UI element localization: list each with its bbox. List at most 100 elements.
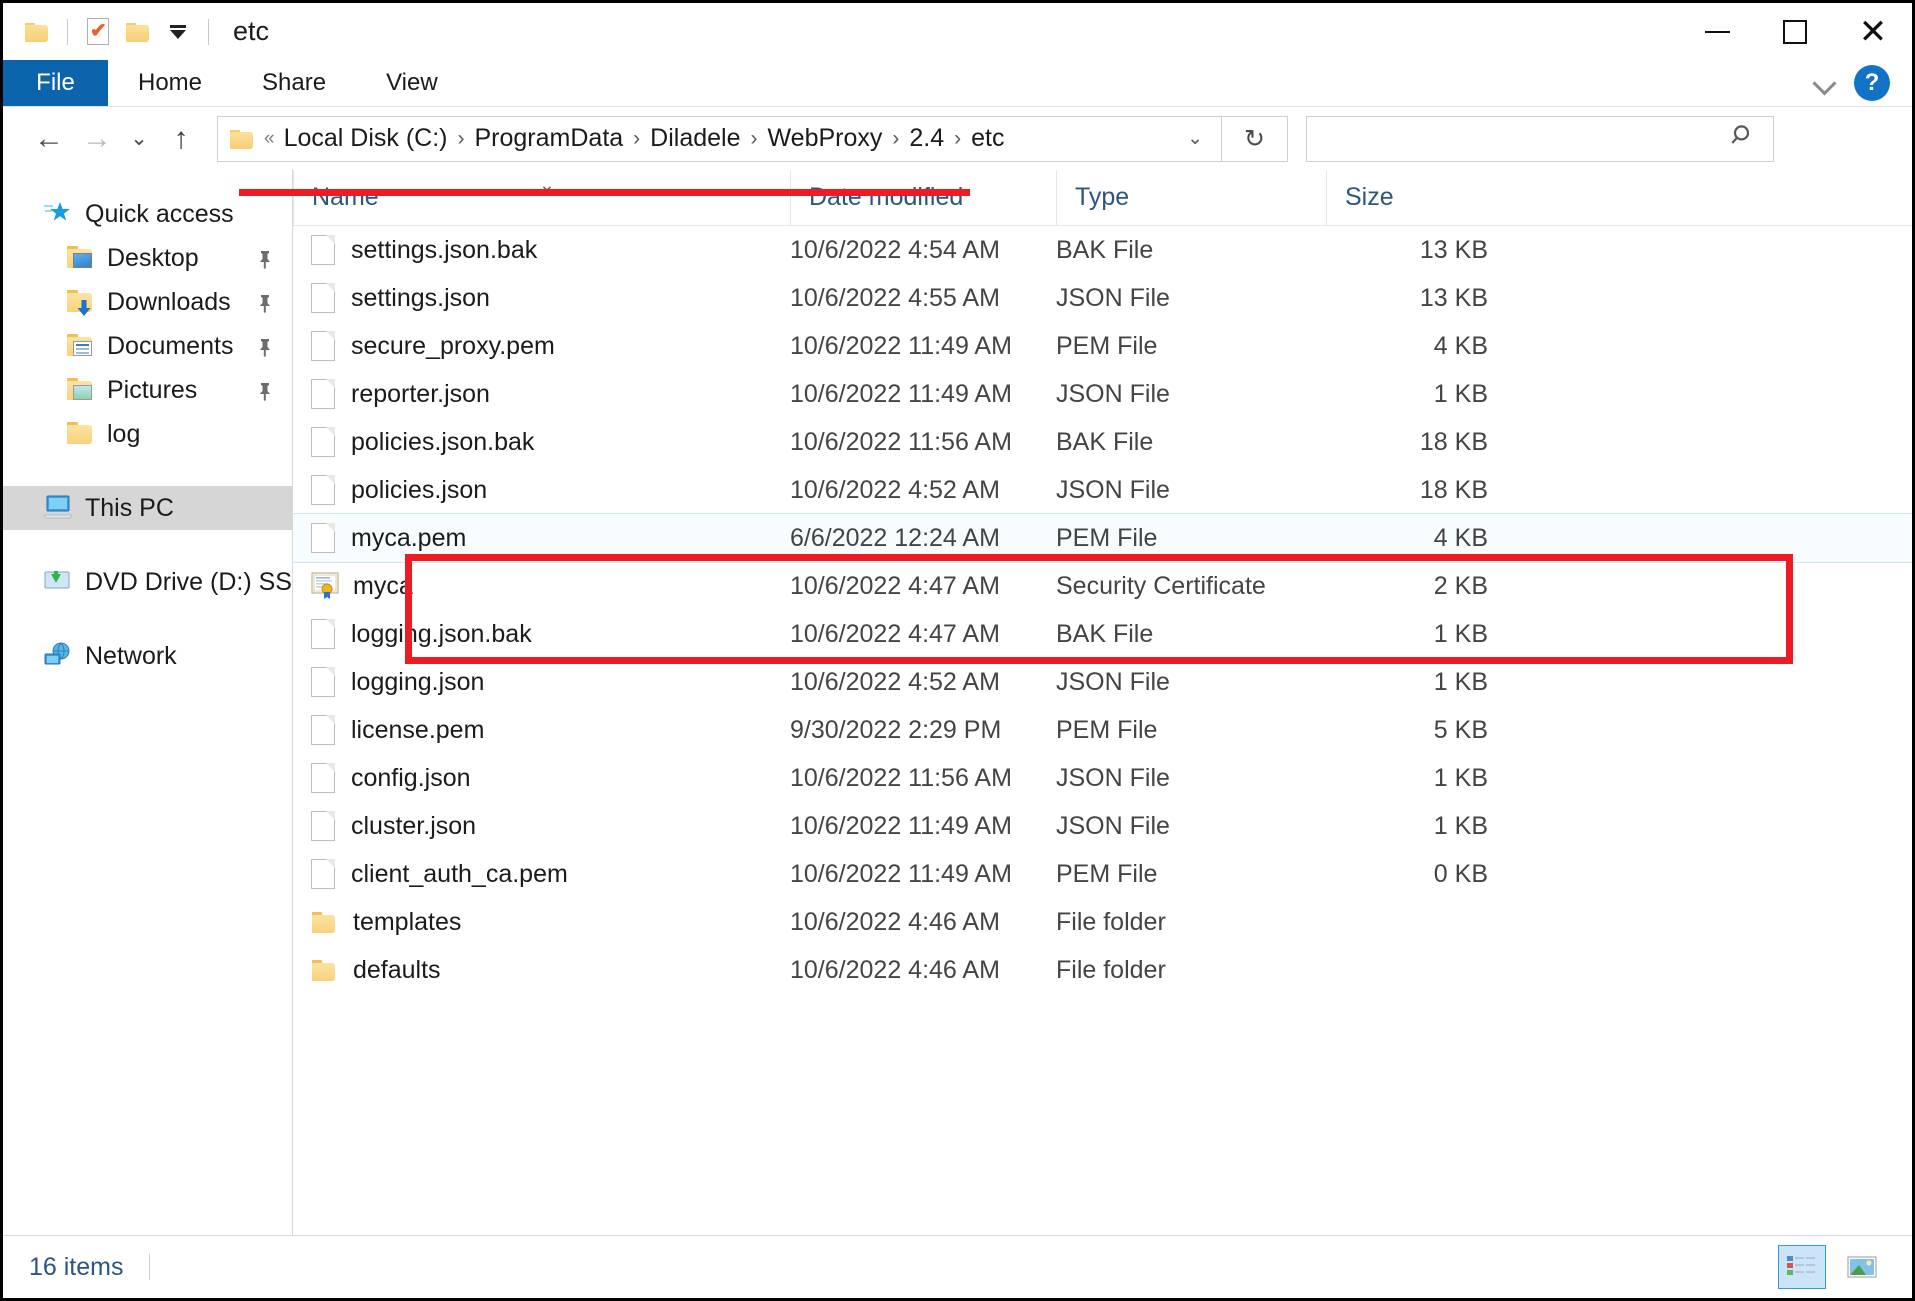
minimize-icon[interactable] — [1678, 3, 1756, 60]
breadcrumb-version[interactable]: 2.4 — [902, 122, 951, 155]
file-name-label: logging.json — [351, 667, 485, 696]
desktop-folder-icon — [65, 244, 95, 272]
address-overflow-icon[interactable]: « — [264, 128, 275, 150]
table-row[interactable]: policies.json.bak 10/6/2022 11:56 AM BAK F… — [293, 418, 1912, 466]
close-icon[interactable]: ✕ — [1834, 3, 1912, 60]
file-name-label: policies.json — [351, 475, 488, 504]
sidebar-item-pictures[interactable]: Pictures — [3, 368, 292, 412]
table-row[interactable]: myca.pem 6/6/2022 12:24 AM PEM File 4 KB — [293, 513, 1912, 563]
file-type-cell: JSON File — [1056, 763, 1170, 792]
window-controls: ✕ — [1678, 3, 1912, 60]
sidebar-item-dvd-drive[interactable]: DVD Drive (D:) SSS_X6 — [3, 560, 292, 604]
back-icon[interactable]: ← — [25, 115, 73, 163]
tab-file[interactable]: File — [3, 60, 108, 106]
table-row[interactable]: config.json 10/6/2022 11:56 AM JSON File 1 … — [293, 754, 1912, 802]
tab-view[interactable]: View — [356, 60, 468, 106]
column-header-date-modified[interactable]: Date modified — [790, 170, 1056, 225]
file-type-cell: JSON File — [1056, 811, 1170, 840]
address-dropdown-icon[interactable]: ⌄ — [1177, 127, 1213, 150]
table-row[interactable]: templates 10/6/2022 4:46 AM File folder — [293, 898, 1912, 946]
breadcrumb-webproxy[interactable]: WebProxy — [761, 122, 890, 155]
file-icon — [311, 619, 335, 649]
file-explorer-window: etc ✕ File Home Share View ? ← → ⌄ ↑ « L… — [0, 0, 1915, 1301]
search-icon[interactable] — [1729, 121, 1759, 156]
breadcrumb-separator[interactable]: › — [951, 127, 964, 151]
file-size-cell: 1 KB — [1433, 811, 1488, 840]
sidebar-item-label: Documents — [107, 331, 234, 360]
tab-home[interactable]: Home — [108, 60, 232, 106]
table-row[interactable]: cluster.json 10/6/2022 11:49 AM JSON File 1… — [293, 802, 1912, 850]
file-date-cell: 10/6/2022 11:56 AM — [790, 763, 1012, 792]
table-row[interactable]: policies.json 10/6/2022 4:52 AM JSON File 1… — [293, 466, 1912, 514]
maximize-icon[interactable] — [1756, 3, 1834, 60]
breadcrumb-etc[interactable]: etc — [964, 122, 1011, 155]
table-row[interactable]: logging.json 10/6/2022 4:52 AM JSON File 1 … — [293, 658, 1912, 706]
table-row[interactable]: reporter.json 10/6/2022 11:49 AM JSON File… — [293, 370, 1912, 418]
address-bar[interactable]: « Local Disk (C:) › ProgramData › Dilade… — [217, 115, 1222, 162]
file-type-cell: JSON File — [1056, 379, 1170, 408]
file-name-cell: reporter.json — [293, 379, 790, 409]
address-folder-icon — [230, 129, 254, 149]
column-header-size[interactable]: Size — [1326, 170, 1514, 225]
table-row[interactable]: license.pem 9/30/2022 2:29 PM PEM File 5 KB — [293, 706, 1912, 754]
file-date-cell: 10/6/2022 11:49 AM — [790, 379, 1012, 408]
file-name-cell: config.json — [293, 763, 790, 793]
search-input[interactable] — [1306, 115, 1774, 162]
sidebar-item-log[interactable]: log — [3, 412, 292, 456]
breadcrumb-diladele[interactable]: Diladele — [643, 122, 747, 155]
folder-icon[interactable] — [17, 12, 57, 52]
sidebar-item-documents[interactable]: Documents — [3, 324, 292, 368]
table-row[interactable]: client_auth_ca.pem 10/6/2022 11:49 AM PEM … — [293, 850, 1912, 898]
file-type-cell: PEM File — [1056, 523, 1158, 552]
customize-caret-icon[interactable] — [158, 12, 198, 52]
file-date-cell: 10/6/2022 4:46 AM — [790, 955, 1000, 984]
table-row[interactable]: settings.json.bak 10/6/2022 4:54 AM BAK Fi… — [293, 226, 1912, 274]
breadcrumb-local-disk[interactable]: Local Disk (C:) — [277, 122, 455, 155]
breadcrumb-separator[interactable]: › — [748, 127, 761, 151]
properties-icon[interactable] — [78, 12, 118, 52]
explorer-body: Quick access Desktop Downloads Documents… — [3, 170, 1912, 1235]
table-row[interactable]: logging.json.bak 10/6/2022 4:47 AM BAK Fil… — [293, 610, 1912, 658]
file-size-cell: 0 KB — [1433, 859, 1488, 888]
breadcrumb-separator[interactable]: › — [630, 127, 643, 151]
pin-icon[interactable] — [256, 292, 274, 313]
recent-locations-icon[interactable]: ⌄ — [121, 115, 157, 163]
pin-icon[interactable] — [256, 336, 274, 357]
table-row[interactable]: defaults 10/6/2022 4:46 AM File folder — [293, 946, 1912, 994]
pictures-folder-icon — [65, 376, 95, 404]
help-icon[interactable]: ? — [1854, 65, 1890, 101]
new-folder-icon[interactable] — [118, 12, 158, 52]
column-header-type[interactable]: Type — [1056, 170, 1326, 225]
file-size-cell: 13 KB — [1419, 235, 1488, 264]
file-name-label: reporter.json — [351, 379, 490, 408]
breadcrumb-separator[interactable]: › — [455, 127, 468, 151]
details-view-button[interactable] — [1778, 1245, 1826, 1289]
large-icons-view-button[interactable] — [1838, 1245, 1886, 1289]
refresh-icon[interactable]: ↻ — [1222, 115, 1288, 162]
file-date-cell: 10/6/2022 11:49 AM — [790, 811, 1012, 840]
breadcrumb-programdata[interactable]: ProgramData — [468, 122, 631, 155]
file-name-label: license.pem — [351, 715, 485, 744]
sidebar-item-desktop[interactable]: Desktop — [3, 236, 292, 280]
pin-icon[interactable] — [256, 248, 274, 269]
sidebar-item-network[interactable]: Network — [3, 634, 292, 678]
forward-icon[interactable]: → — [73, 115, 121, 163]
up-icon[interactable]: ↑ — [157, 115, 205, 163]
chevron-down-icon[interactable] — [1812, 70, 1838, 96]
pin-icon[interactable] — [256, 380, 274, 401]
table-row[interactable]: settings.json 10/6/2022 4:55 AM JSON File 1… — [293, 274, 1912, 322]
file-name-cell: policies.json.bak — [293, 427, 790, 457]
sidebar-item-downloads[interactable]: Downloads — [3, 280, 292, 324]
breadcrumb-separator[interactable]: › — [889, 127, 902, 151]
table-row[interactable]: secure_proxy.pem 10/6/2022 11:49 AM PEM Fi… — [293, 322, 1912, 370]
sidebar-item-this-pc[interactable]: This PC — [3, 486, 292, 530]
tab-share[interactable]: Share — [232, 60, 356, 106]
table-row[interactable]: myca 10/6/2022 4:47 AM Security Certificat… — [293, 562, 1912, 610]
file-size-cell: 18 KB — [1419, 475, 1488, 504]
file-name-label: myca.pem — [351, 523, 467, 552]
sidebar-item-label: This PC — [85, 493, 174, 522]
this-pc-icon — [43, 494, 73, 522]
file-type-cell: Security Certificate — [1056, 571, 1266, 600]
sidebar-item-quick-access[interactable]: Quick access — [3, 192, 292, 236]
